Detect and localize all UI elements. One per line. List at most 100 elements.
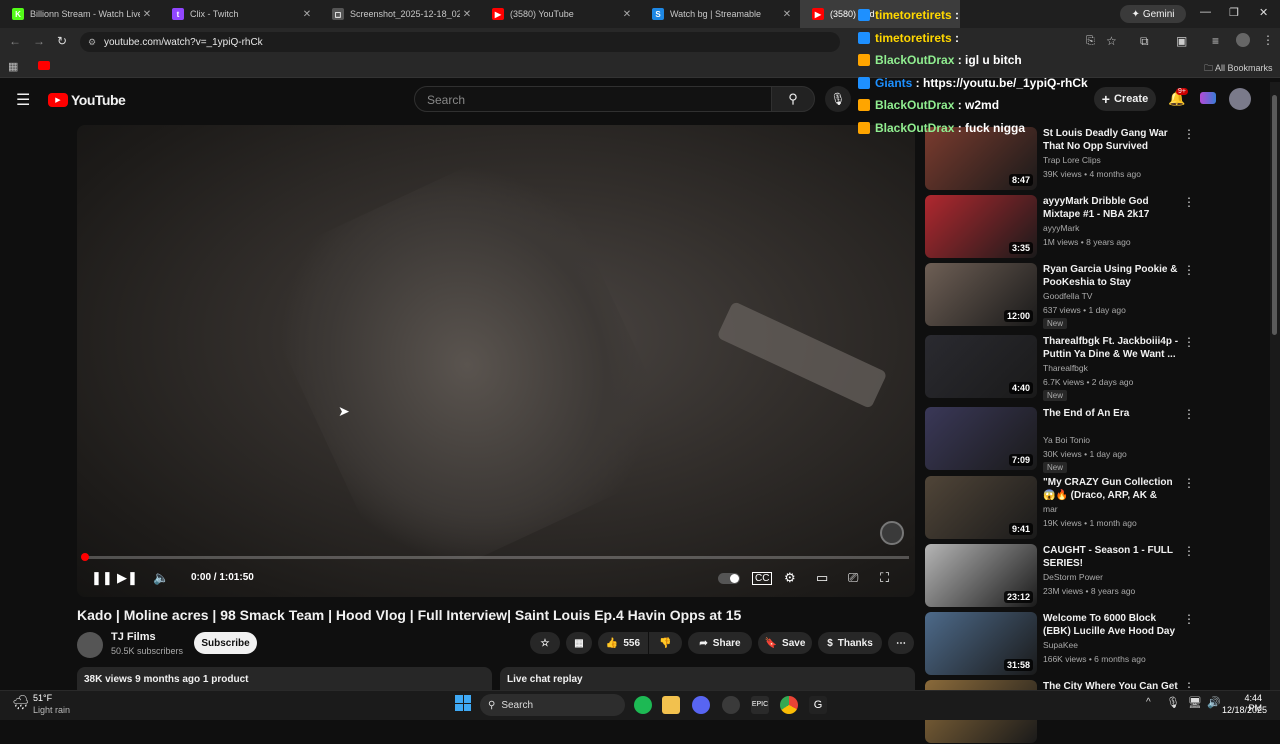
all-bookmarks[interactable]: 🗀 All Bookmarks [1204, 61, 1273, 77]
close-tab-icon[interactable]: ✕ [300, 9, 314, 20]
video-title[interactable]: CAUGHT - Season 1 - FULL SERIES! [1043, 544, 1179, 570]
windows-start-icon[interactable] [455, 695, 471, 711]
progress-bar[interactable] [83, 556, 909, 559]
video-channel[interactable]: Tharealfbgk [1043, 363, 1088, 373]
recommended-video[interactable]: 3:35 ayyyMark Dribble God Mixtape #1 - NB… [925, 195, 1195, 259]
video-title[interactable]: Welcome To 6000 Block (EBK) Lucille Ave … [1043, 612, 1179, 639]
maximize-button[interactable]: ❐ [1229, 6, 1239, 19]
video-title[interactable]: The End of An Era [1043, 407, 1179, 420]
more-options-icon[interactable]: ⋮ [1183, 263, 1195, 277]
video-thumbnail[interactable]: 12:00 [925, 263, 1037, 326]
miniplayer-icon[interactable]: ▭ [816, 570, 828, 586]
video-channel[interactable]: ayyyMark [1043, 223, 1079, 233]
account-avatar[interactable] [1229, 88, 1251, 110]
video-channel[interactable]: Trap Lore Clips [1043, 155, 1101, 165]
video-title[interactable]: "My CRAZY Gun Collection 😱🔥 (Draco, ARP,… [1043, 476, 1179, 503]
close-tab-icon[interactable]: ✕ [620, 9, 634, 20]
video-thumbnail[interactable]: 31:58 [925, 612, 1037, 675]
premium-icon[interactable] [1200, 92, 1216, 104]
media-icon[interactable]: ≡ [1212, 34, 1219, 48]
autoplay-toggle[interactable] [718, 573, 740, 584]
product-grid-button[interactable]: ▦ [566, 632, 592, 654]
extensions-icon[interactable]: ⧉ [1140, 34, 1149, 49]
video-thumbnail[interactable]: 7:09 [925, 407, 1037, 470]
scrollbar-thumb[interactable] [1272, 95, 1277, 335]
more-options-icon[interactable]: ⋮ [1183, 335, 1195, 349]
app-icon[interactable]: G [809, 696, 827, 714]
close-tab-icon[interactable]: ✕ [780, 9, 794, 20]
menu-icon[interactable]: ⋮ [1262, 33, 1274, 47]
taskbar-search[interactable]: ⚲ Search [480, 694, 625, 716]
chevron-up-icon[interactable]: ^ [1146, 697, 1151, 708]
video-thumbnail[interactable]: 4:40 [925, 335, 1037, 398]
youtube-bookmark-icon[interactable] [38, 61, 50, 70]
progress-scrubber[interactable] [81, 553, 89, 561]
video-channel[interactable]: Goodfella TV [1043, 291, 1092, 301]
more-options-icon[interactable]: ⋮ [1183, 544, 1195, 558]
minimize-button[interactable]: — [1200, 6, 1211, 18]
recommended-video[interactable]: 12:00 Ryan Garcia Using Pookie & PooKeshi… [925, 263, 1195, 329]
close-tab-icon[interactable]: ✕ [140, 9, 154, 20]
browser-tab[interactable]: K Billionn Stream - Watch Live on✕ [0, 0, 160, 28]
back-icon[interactable]: ← [9, 34, 21, 48]
channel-name[interactable]: TJ Films [111, 631, 156, 643]
spotify-icon[interactable] [634, 696, 652, 714]
chrome-icon[interactable] [780, 696, 798, 714]
file-explorer-icon[interactable] [662, 696, 680, 714]
more-options-icon[interactable]: ⋮ [1183, 195, 1195, 209]
more-options-icon[interactable]: ⋮ [1183, 127, 1195, 141]
video-player[interactable]: ➤ [77, 125, 915, 597]
forward-icon[interactable]: → [33, 34, 45, 48]
recommended-video[interactable]: 23:12 CAUGHT - Season 1 - FULL SERIES! DeS… [925, 544, 1195, 608]
recommended-video[interactable]: 9:41 "My CRAZY Gun Collection 😱🔥 (Draco, … [925, 476, 1195, 540]
share-button[interactable]: ➦ Share [688, 632, 752, 654]
video-thumbnail[interactable]: 9:41 [925, 476, 1037, 539]
video-title[interactable]: Tharealfbgk Ft. Jackboiii4p - Puttin Ya … [1043, 335, 1179, 361]
profile-avatar[interactable] [1236, 33, 1250, 47]
dislike-button[interactable]: 👎 [649, 632, 682, 654]
clock-date[interactable]: 12/18/2025 [1222, 705, 1267, 715]
like-button[interactable]: 👍 556 [598, 632, 648, 654]
recommended-video[interactable]: 7:09 The End of An Era Ya Boi Tonio 30K vie… [925, 407, 1195, 473]
video-thumbnail[interactable]: 23:12 [925, 544, 1037, 607]
cast-icon[interactable]: ⎚ [848, 570, 858, 586]
epic-games-icon[interactable]: EPIC [751, 696, 769, 714]
video-title[interactable]: ayyyMark Dribble God Mixtape #1 - NBA 2k… [1043, 195, 1179, 221]
channel-avatar[interactable] [77, 632, 103, 658]
more-actions-button[interactable]: ⋯ [888, 632, 914, 654]
browser-tab[interactable]: ▶ (3580) YouTube ✕ [480, 0, 640, 28]
settings-gear-icon[interactable]: ⚙ [784, 570, 796, 586]
video-title[interactable]: Ryan Garcia Using Pookie & PooKeshia to … [1043, 263, 1179, 290]
reload-icon[interactable]: ↻ [57, 34, 67, 48]
volume-icon[interactable]: 🔈 [153, 570, 169, 586]
voice-search-button[interactable]: 🎙 [825, 86, 851, 112]
close-tab-icon[interactable]: ✕ [460, 9, 474, 20]
recommended-video[interactable]: 4:40 Tharealfbgk Ft. Jackboiii4p - Puttin… [925, 335, 1195, 401]
thanks-button[interactable]: $ Thanks [818, 632, 882, 654]
recommended-video[interactable]: 8:47 St Louis Deadly Gang War That No Opp… [925, 127, 1195, 191]
video-channel[interactable]: DeStorm Power [1043, 572, 1103, 582]
video-channel[interactable]: Ya Boi Tonio [1043, 435, 1090, 445]
apps-grid-icon[interactable]: ▦ [8, 60, 18, 73]
more-options-icon[interactable]: ⋮ [1183, 612, 1195, 626]
highlight-star-button[interactable]: ☆ [530, 632, 560, 654]
close-window-button[interactable]: ✕ [1259, 6, 1268, 19]
sidepanel-icon[interactable]: ▣ [1176, 34, 1187, 48]
video-channel[interactable]: SupaKee [1043, 640, 1078, 650]
more-options-icon[interactable]: ⋮ [1183, 476, 1195, 490]
youtube-logo[interactable]: ▶ YouTube [48, 92, 126, 108]
save-button[interactable]: 🔖 Save [758, 632, 812, 654]
fullscreen-icon[interactable]: ⛶ [880, 570, 889, 586]
volume-tray-icon[interactable]: 🔊 [1207, 696, 1221, 709]
network-icon[interactable]: 🖥 [1188, 696, 1202, 709]
browser-tab[interactable]: t Clix - Twitch ✕ [160, 0, 320, 28]
search-button[interactable]: ⚲ [771, 86, 815, 112]
browser-tab[interactable]: S Watch bg | Streamable ✕ [640, 0, 800, 28]
subscribe-button[interactable]: Subscribe [194, 632, 257, 654]
mic-tray-icon[interactable]: 🎙 [1166, 696, 1180, 709]
more-options-icon[interactable]: ⋮ [1183, 407, 1195, 421]
pause-icon[interactable]: ❚❚ [91, 570, 113, 586]
browser-tab[interactable]: ◻ Screenshot_2025-12-18_02225✕ [320, 0, 480, 28]
hamburger-menu-icon[interactable]: ☰ [16, 90, 30, 110]
recommended-video[interactable]: 31:58 Welcome To 6000 Block (EBK) Lucille… [925, 612, 1195, 676]
